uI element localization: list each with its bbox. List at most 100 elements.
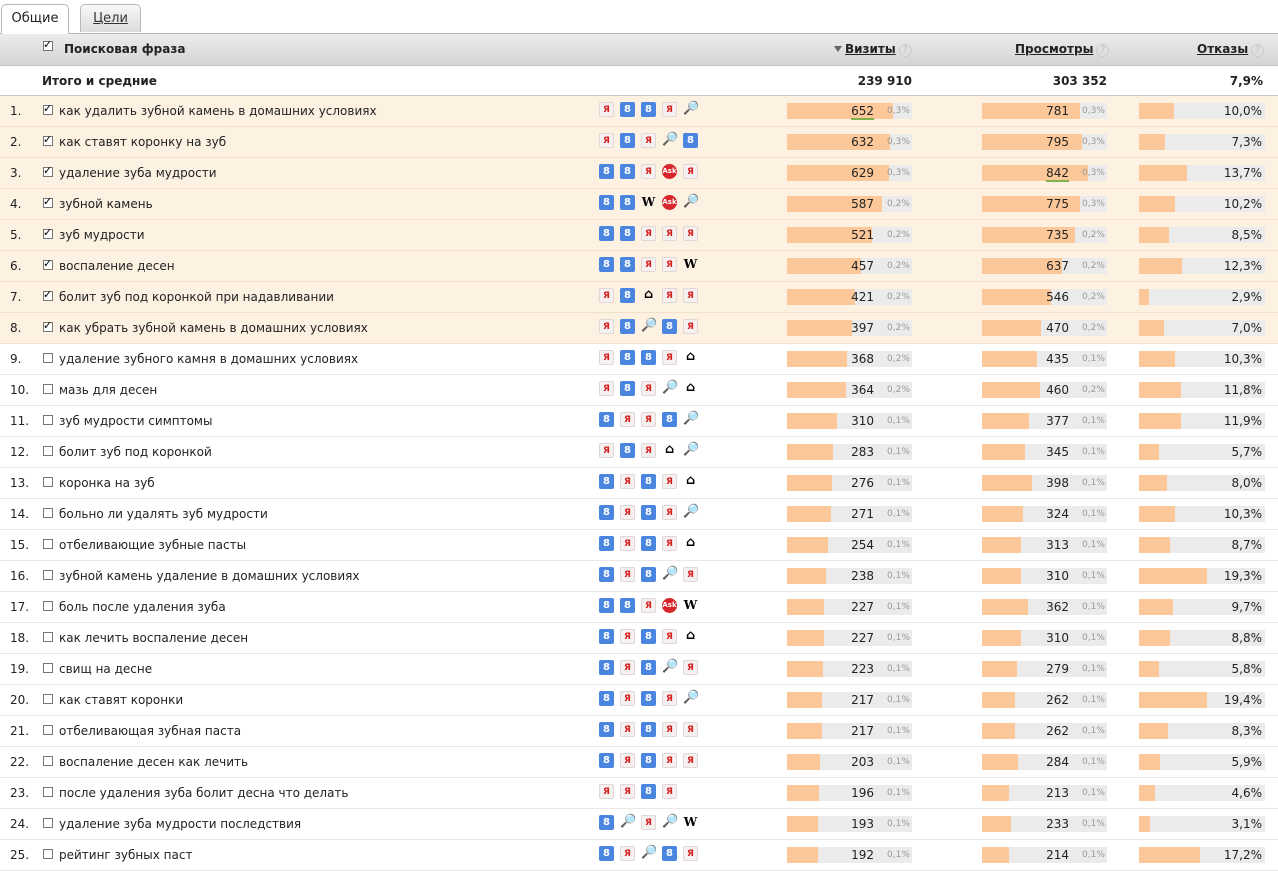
google-icon[interactable]: 8 [641,536,656,551]
yandex-icon[interactable]: Я [662,102,677,117]
yandex-icon[interactable]: Я [683,753,698,768]
row-checkbox[interactable] [43,319,53,332]
table-row[interactable]: 4.зубной камень88WAsk🔎5870,2%7750,3%10,2… [0,189,1278,220]
table-row[interactable]: 7. болит зуб под коронкой при надавливани… [0,282,1278,313]
google-icon[interactable]: 8 [641,629,656,644]
google-icon[interactable]: 8 [662,412,677,427]
table-row[interactable]: 16. зубной камень удаление в домашних усл… [0,561,1278,592]
table-row[interactable]: 21. отбеливающая зубная паста 8 Я 8 Я Я 217 0,1%… [0,716,1278,747]
yandex-icon[interactable]: Я [683,567,698,582]
google-icon[interactable]: 8 [599,846,614,861]
yandex-icon[interactable]: Я [599,784,614,799]
yandex-icon[interactable]: Я [641,226,656,241]
table-row[interactable]: 22. воспаление десен как лечить 8 Я 8 Я Я 203 0,… [0,747,1278,778]
yandex-icon[interactable]: Я [641,815,656,830]
yandex-icon[interactable]: Я [599,288,614,303]
yandex-icon[interactable]: Я [620,536,635,551]
table-row[interactable]: 9. удаление зубного камня в домашних усло… [0,344,1278,375]
google-icon[interactable]: 8 [641,350,656,365]
help-icon[interactable]: ? [1251,44,1265,57]
row-checkbox[interactable] [43,384,53,394]
yandex-icon[interactable]: Я [662,629,677,644]
help-icon[interactable]: ? [898,44,912,57]
ask-icon[interactable]: Ask [662,598,677,613]
row-checkbox[interactable] [43,446,53,456]
search-engine-icon[interactable]: 🔎 [683,102,699,117]
google-icon[interactable]: 8 [683,133,698,148]
google-icon[interactable]: 8 [599,226,614,241]
bounces-sort-link[interactable]: Отказы [1197,42,1248,56]
row-checkbox[interactable] [43,164,53,177]
yandex-icon[interactable]: Я [683,288,698,303]
search-engine-icon[interactable]: 🔎 [662,381,678,396]
search-engine-icon[interactable]: 🔎 [683,412,699,427]
google-icon[interactable]: 8 [599,257,614,272]
table-row[interactable]: 11. зуб мудрости симптомы 8 Я Я 8 🔎 310 0,1% 377 0… [0,406,1278,437]
home-icon[interactable]: ⌂ [662,443,677,458]
views-column-header[interactable]: Просмотры? [1015,42,1110,57]
google-icon[interactable]: 8 [641,660,656,675]
google-icon[interactable]: 8 [620,195,635,210]
bounces-column-header[interactable]: Отказы? [1197,42,1265,57]
yandex-icon[interactable]: Я [662,474,677,489]
table-row[interactable]: 23. после удаления зуба болит десна что д… [0,778,1278,809]
row-checkbox[interactable] [43,601,53,611]
yandex-icon[interactable]: Я [641,381,656,396]
yandex-icon[interactable]: Я [599,102,614,117]
yandex-icon[interactable]: Я [662,753,677,768]
google-icon[interactable]: 8 [599,722,614,737]
search-engine-icon[interactable]: 🔎 [683,195,699,210]
yandex-icon[interactable]: Я [599,381,614,396]
google-icon[interactable]: 8 [620,257,635,272]
google-icon[interactable]: 8 [641,753,656,768]
yandex-icon[interactable]: Я [620,412,635,427]
google-icon[interactable]: 8 [599,815,614,830]
yandex-icon[interactable]: Я [620,722,635,737]
google-icon[interactable]: 8 [641,505,656,520]
row-checkbox[interactable] [43,195,53,208]
google-icon[interactable]: 8 [599,567,614,582]
yandex-icon[interactable]: Я [683,226,698,241]
yandex-icon[interactable]: Я [683,319,698,334]
row-checkbox[interactable] [43,570,53,580]
ask-icon[interactable]: Ask [662,164,677,179]
yandex-icon[interactable]: Я [620,753,635,768]
yandex-icon[interactable]: Я [599,133,614,148]
yandex-icon[interactable]: Я [599,350,614,365]
search-engine-icon[interactable]: 🔎 [620,815,636,830]
ask-icon[interactable]: Ask [662,195,677,210]
select-all-checkbox[interactable] [43,38,53,51]
table-row[interactable]: 1. как удалить зубной камень в домашних у… [0,96,1278,127]
google-icon[interactable]: 8 [599,691,614,706]
yandex-icon[interactable]: Я [620,691,635,706]
google-icon[interactable]: 8 [599,598,614,613]
row-checkbox[interactable] [43,787,53,797]
google-icon[interactable]: 8 [599,660,614,675]
table-row[interactable]: 8. как убрать зубной камень в домашних ус… [0,313,1278,344]
google-icon[interactable]: 8 [620,133,635,148]
google-icon[interactable]: 8 [662,319,677,334]
row-checkbox[interactable] [43,725,53,735]
google-icon[interactable]: 8 [599,505,614,520]
google-icon[interactable]: 8 [641,567,656,582]
table-row[interactable]: 12. болит зуб под коронкой Я 8 Я ⌂ 🔎 283 0,1% 345… [0,437,1278,468]
row-checkbox[interactable] [43,818,53,828]
row-checkbox[interactable] [43,133,53,146]
wikipedia-icon[interactable]: W [683,598,698,613]
google-icon[interactable]: 8 [620,102,635,117]
yandex-icon[interactable]: Я [683,164,698,179]
wikipedia-icon[interactable]: W [683,815,698,830]
google-icon[interactable]: 8 [641,474,656,489]
row-checkbox[interactable] [43,694,53,704]
row-checkbox[interactable] [43,508,53,518]
row-checkbox[interactable] [43,849,53,859]
yandex-icon[interactable]: Я [641,598,656,613]
row-checkbox[interactable] [43,539,53,549]
table-row[interactable]: 10. мазь для десен Я 8 Я 🔎 ⌂ 364 0,2% 460 0,2% 11,8… [0,375,1278,406]
row-checkbox[interactable] [43,756,53,766]
table-row[interactable]: 17. боль после удаления зуба 8 8 Я Ask W 227 0,1… [0,592,1278,623]
yandex-icon[interactable]: Я [620,846,635,861]
google-icon[interactable]: 8 [620,598,635,613]
yandex-icon[interactable]: Я [662,784,677,799]
google-icon[interactable]: 8 [641,102,656,117]
